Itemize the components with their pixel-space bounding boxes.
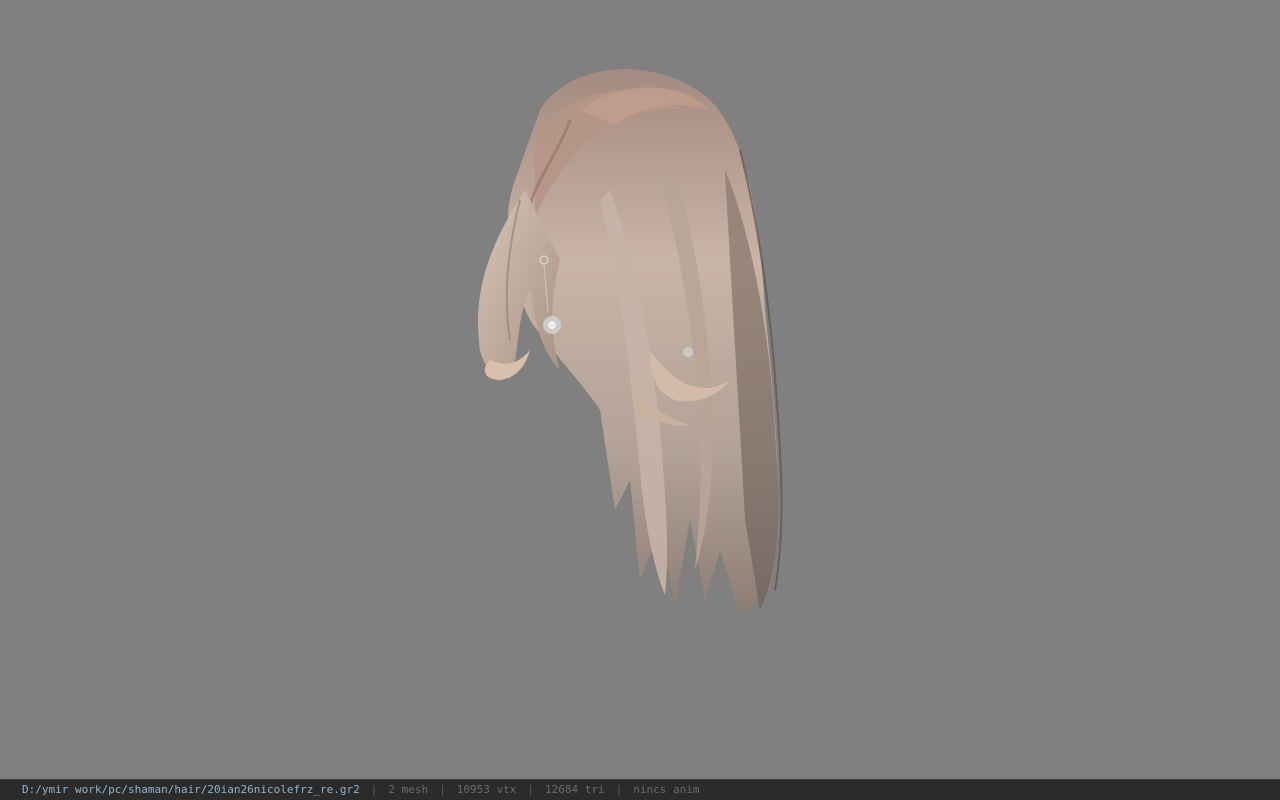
mesh-count: 2 mesh bbox=[388, 783, 429, 796]
separator: | bbox=[615, 783, 623, 796]
file-path: D:/ymir work/pc/shaman/hair/20ian26nicol… bbox=[22, 783, 360, 796]
animation-status: nincs anim bbox=[633, 783, 700, 796]
separator: | bbox=[527, 783, 534, 796]
separator: | bbox=[370, 783, 378, 796]
status-bar: D:/ymir work/pc/shaman/hair/20ian26nicol… bbox=[0, 779, 1280, 800]
triangle-count: 12684 tri bbox=[545, 783, 605, 796]
vertex-count: 10953 vtx bbox=[456, 783, 517, 796]
separator: | bbox=[439, 783, 446, 796]
hair-model-render[interactable] bbox=[440, 50, 820, 630]
3d-viewport[interactable] bbox=[0, 0, 1280, 779]
earring-right bbox=[683, 347, 693, 357]
